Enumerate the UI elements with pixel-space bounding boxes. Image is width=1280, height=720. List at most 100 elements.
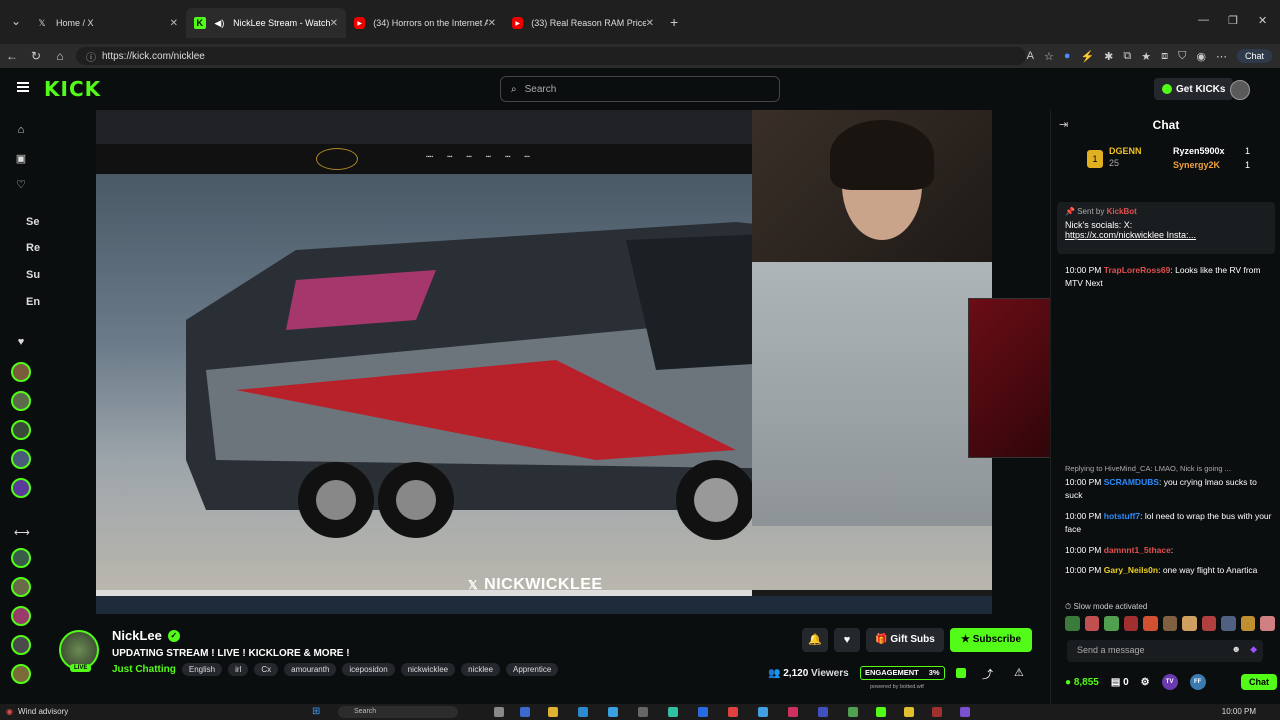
maximize-icon[interactable]: ❐ — [1228, 14, 1238, 27]
extension-badge-icon[interactable]: TV — [1161, 674, 1178, 690]
subscribe-button[interactable]: ★ Subscribe — [950, 628, 1032, 652]
emoji-icon[interactable]: ☻ — [1232, 644, 1241, 654]
window-close-icon[interactable]: ✕ — [1258, 14, 1267, 27]
url-field[interactable]: ⓘ https://kick.com/nicklee — [76, 47, 1026, 65]
emote-icon[interactable] — [1104, 616, 1119, 631]
site-info-icon[interactable]: ⓘ — [86, 49, 96, 64]
clock[interactable]: 10:00 PM — [1222, 707, 1256, 716]
close-tab-icon[interactable]: ✕ — [488, 18, 496, 29]
taskbar-app-icon[interactable] — [520, 707, 530, 717]
emote-icon[interactable] — [1201, 616, 1217, 631]
tag-chip[interactable]: amouranth — [284, 663, 337, 676]
following-heart-icon[interactable]: ♡ — [14, 178, 28, 192]
extension-icon[interactable]: ⚡ — [1080, 50, 1094, 63]
home-icon[interactable]: ⌂ — [14, 124, 28, 138]
leader-name[interactable]: Ryzen5900x — [1173, 146, 1225, 156]
sidebar-item-label[interactable]: Su — [26, 269, 40, 281]
reload-icon[interactable]: ↻ — [24, 49, 48, 63]
taskbar-app-icon[interactable] — [698, 707, 708, 717]
leader-name[interactable]: DGENN — [1109, 146, 1142, 156]
leader-name[interactable]: Synergy2K — [1173, 160, 1220, 170]
collections-icon[interactable]: ⧈ — [1161, 50, 1168, 63]
pinned-link[interactable]: https://x.com/nickwicklee Insta:... — [1065, 230, 1267, 240]
kicks-gift-icon[interactable]: ◆ — [1250, 644, 1257, 655]
tag-chip[interactable]: Cx — [254, 663, 279, 676]
followed-channel-avatar[interactable] — [11, 362, 31, 382]
back-arrow-icon[interactable]: ← — [0, 49, 24, 63]
tab-nicklee-stream[interactable]: K ◀) NickLee Stream - Watch Live ✕ — [186, 8, 346, 38]
taskbar-app-icon[interactable] — [578, 707, 588, 717]
extension-badge-icon[interactable]: FF — [1189, 674, 1206, 690]
emote-icon[interactable] — [1084, 616, 1100, 631]
sidebar-item-label[interactable]: En — [26, 296, 40, 308]
message-user[interactable]: SCRAMDUBS — [1104, 477, 1159, 487]
video-player[interactable]: ▪▪▪▪ ▪▪▪ ▪▪▪ ▪▪▪ ▪▪▪ ▪▪▪ 𝕏 NICKWICKLEE — [96, 110, 992, 614]
category-link[interactable]: Just Chatting — [112, 664, 176, 675]
minimize-icon[interactable]: — — [1198, 14, 1209, 26]
taskbar-app-icon[interactable] — [728, 707, 738, 717]
taskbar-app-icon[interactable] — [960, 707, 970, 717]
emote-icon[interactable] — [1143, 616, 1158, 631]
weather-text[interactable]: Wind advisory — [18, 707, 68, 716]
new-tab-plus-icon[interactable]: + — [670, 14, 678, 30]
close-tab-icon[interactable]: ✕ — [646, 18, 654, 29]
emote-icon[interactable] — [1221, 616, 1236, 631]
emote-icon[interactable] — [1240, 616, 1256, 631]
gift-subs-button[interactable]: 🎁 Gift Subs — [866, 628, 944, 652]
message-user[interactable]: hotstuff7 — [1104, 511, 1140, 521]
taskbar-app-icon[interactable] — [876, 707, 886, 717]
taskbar-app-icon[interactable] — [608, 707, 618, 717]
emote-icon[interactable] — [1065, 616, 1080, 631]
emote-icon[interactable] — [1260, 616, 1276, 631]
recommended-channel-avatar[interactable] — [11, 664, 31, 684]
taskbar-app-icon[interactable] — [932, 707, 942, 717]
sidebar-item-label[interactable]: Re — [26, 242, 40, 254]
user-avatar[interactable] — [1230, 80, 1250, 100]
get-kicks-button[interactable]: Get KICKs — [1154, 78, 1234, 100]
send-chat-button[interactable]: Chat — [1241, 674, 1277, 690]
extension-icon[interactable]: ● — [1064, 50, 1071, 62]
emote-icon[interactable] — [1182, 616, 1197, 631]
sidebar-item-label[interactable]: Se — [26, 216, 39, 228]
taskbar-app-icon[interactable] — [638, 707, 648, 717]
tag-chip[interactable]: iceposidon — [342, 663, 395, 676]
message-user[interactable]: Gary_Neils0n — [1104, 565, 1158, 575]
message-user[interactable]: TrapLoreRoss69 — [1104, 265, 1171, 275]
search-input[interactable]: ⌕ Search — [500, 76, 780, 102]
taskbar-app-icon[interactable] — [904, 707, 914, 717]
tag-chip[interactable]: irl — [228, 663, 249, 676]
expand-arrows-icon[interactable]: ⟷ — [14, 526, 30, 540]
tab-list-chevron-icon[interactable]: ⌄ — [4, 14, 28, 28]
recommended-channel-avatar[interactable] — [11, 548, 31, 568]
emote-icon[interactable] — [1123, 616, 1139, 631]
recommended-channel-avatar[interactable] — [11, 577, 31, 597]
pinned-message[interactable]: 📌 Sent by KickBot Nick's socials: X: htt… — [1057, 202, 1275, 254]
taskbar-app-icon[interactable] — [788, 707, 798, 717]
taskbar-app-icon[interactable] — [494, 707, 504, 717]
extensions-puzzle-icon[interactable]: ✱ — [1104, 50, 1113, 63]
kick-logo[interactable]: KICK — [44, 77, 101, 101]
taskbar-app-icon[interactable] — [758, 707, 768, 717]
taskbar-app-icon[interactable] — [668, 707, 678, 717]
settings-gear-icon[interactable]: ⚙ — [1141, 677, 1150, 688]
channel-name[interactable]: NickLee — [112, 628, 162, 643]
taskbar-search[interactable]: Search — [338, 706, 458, 718]
followed-channel-avatar[interactable] — [11, 449, 31, 469]
close-tab-icon[interactable]: ✕ — [330, 18, 338, 29]
tag-chip[interactable]: Apprentice — [506, 663, 559, 676]
favorites-icon[interactable]: ★ — [1141, 50, 1151, 63]
home-icon[interactable]: ⌂ — [48, 49, 72, 63]
copilot-chat-button[interactable]: Chat — [1236, 49, 1272, 63]
notification-bell-button[interactable]: 🔔 — [802, 628, 828, 652]
tag-chip[interactable]: nickwicklee — [400, 663, 456, 676]
menu-hamburger-icon[interactable] — [17, 82, 29, 92]
tab-ram-prices[interactable]: ▶ (33) Real Reason RAM Prices Are S ✕ — [504, 8, 662, 38]
emote-icon[interactable] — [1162, 616, 1178, 631]
followed-channel-avatar[interactable] — [11, 478, 31, 498]
tab-horrors-archive[interactable]: ▶ (34) Horrors on the Internet Archi ✕ — [346, 8, 504, 38]
close-tab-icon[interactable]: ✕ — [170, 18, 178, 29]
followed-channel-avatar[interactable] — [11, 391, 31, 411]
taskbar-app-icon[interactable] — [548, 707, 558, 717]
profile-avatar-icon[interactable]: ◉ — [1196, 50, 1206, 63]
follow-heart-button[interactable]: ♥ — [834, 628, 860, 652]
